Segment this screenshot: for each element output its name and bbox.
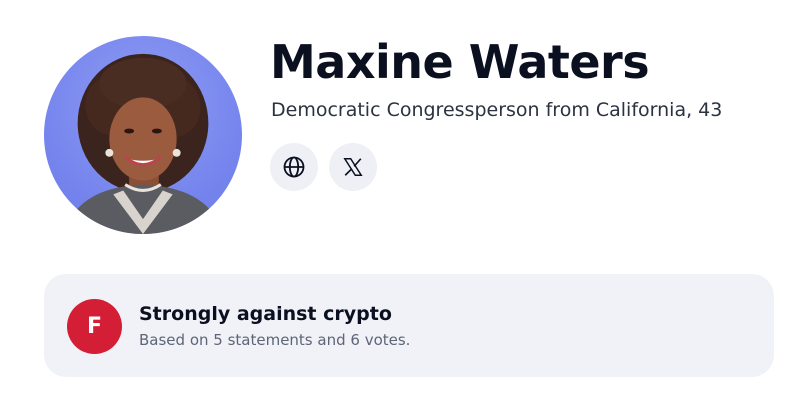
x-logo-icon <box>343 158 363 176</box>
website-link-button[interactable] <box>270 143 318 191</box>
profile-subtitle: Democratic Congressperson from Californi… <box>271 99 723 121</box>
stance-grade-badge: F <box>67 299 122 354</box>
stance-detail: Based on 5 statements and 6 votes. <box>139 331 411 349</box>
stance-title: Strongly against crypto <box>139 303 392 325</box>
profile-name: Maxine Waters <box>270 35 650 89</box>
profile-avatar <box>44 36 242 234</box>
x-profile-link-button[interactable] <box>329 143 377 191</box>
crypto-stance-card: F Strongly against crypto Based on 5 sta… <box>44 274 774 377</box>
globe-icon <box>283 156 305 178</box>
portrait-image <box>63 53 225 234</box>
